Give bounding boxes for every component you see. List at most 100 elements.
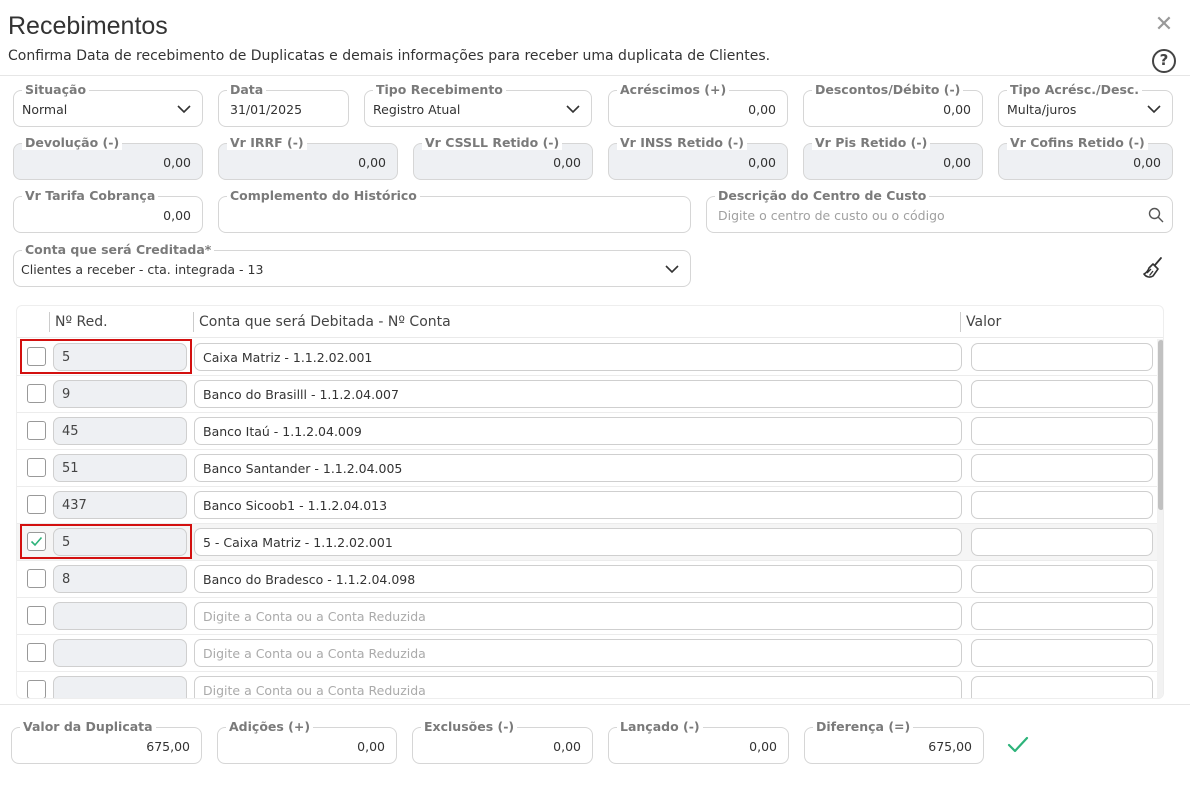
valor-duplicata-label: Valor da Duplicata: [20, 719, 156, 734]
exclusoes-label: Exclusões (-): [421, 719, 518, 734]
adicoes-field: Adições (+) 0,00: [217, 719, 397, 764]
footer-divider: [0, 704, 1190, 705]
conta-input[interactable]: Banco Sicoob1 - 1.1.2.04.013: [194, 491, 962, 519]
row-checkbox[interactable]: [27, 384, 46, 403]
header-divider: [0, 75, 1190, 76]
page-subtitle: Confirma Data de recebimento de Duplicat…: [8, 48, 771, 64]
vr-irrf-field: Vr IRRF (-) 0,00: [218, 135, 398, 180]
conta-input[interactable]: Digite a Conta ou a Conta Reduzida: [194, 639, 962, 667]
table-row[interactable]: Digite a Conta ou a Conta Reduzida: [17, 672, 1157, 698]
vr-irrf-value: 0,00: [358, 155, 386, 170]
row-checkbox[interactable]: [27, 569, 46, 588]
table-row[interactable]: 51 Banco Santander - 1.1.2.04.005: [17, 450, 1157, 487]
conta-creditada-label: Conta que será Creditada*: [22, 242, 215, 257]
valor-input[interactable]: [971, 639, 1153, 667]
valor-input[interactable]: [971, 491, 1153, 519]
table-header: Nº Red. Conta que será Debitada - Nº Con…: [17, 306, 1163, 338]
acrescimos-field[interactable]: Acréscimos (+) 0,00: [608, 82, 788, 127]
vr-pis-label: Vr Pis Retido (-): [812, 135, 931, 150]
table-row[interactable]: 437 Banco Sicoob1 - 1.1.2.04.013: [17, 487, 1157, 524]
lancado-value: 0,00: [749, 739, 777, 754]
vr-irrf-label: Vr IRRF (-): [227, 135, 307, 150]
table-row[interactable]: Digite a Conta ou a Conta Reduzida: [17, 635, 1157, 672]
descontos-label: Descontos/Débito (-): [812, 82, 964, 97]
scrollbar-thumb[interactable]: [1158, 340, 1163, 510]
exclusoes-field: Exclusões (-) 0,00: [412, 719, 593, 764]
red-cell: [53, 639, 187, 667]
vr-tarifa-field[interactable]: Vr Tarifa Cobrança 0,00: [13, 188, 203, 233]
data-value: 31/01/2025: [230, 102, 303, 117]
row-checkbox[interactable]: [27, 606, 46, 625]
data-field[interactable]: Data 31/01/2025: [218, 82, 349, 127]
broom-clear-icon[interactable]: [1141, 255, 1167, 281]
help-icon[interactable]: ?: [1152, 49, 1176, 73]
conta-creditada-value: Clientes a receber - cta. integrada - 13: [21, 262, 264, 277]
complemento-label: Complemento do Histórico: [227, 188, 420, 203]
table-row[interactable]: 55 - Caixa Matriz - 1.1.2.02.001: [17, 524, 1157, 561]
tipo-recebimento-select[interactable]: Tipo Recebimento Registro Atual: [364, 82, 592, 127]
conta-input[interactable]: Digite a Conta ou a Conta Reduzida: [194, 676, 962, 698]
table-row[interactable]: 5 Caixa Matriz - 1.1.2.02.001: [17, 339, 1157, 376]
table-row[interactable]: 8 Banco do Bradesco - 1.1.2.04.098: [17, 561, 1157, 598]
red-cell: 9: [53, 380, 187, 408]
valor-input[interactable]: [971, 528, 1153, 556]
conta-input[interactable]: Caixa Matriz - 1.1.2.02.001: [194, 343, 962, 371]
highlight-box: [20, 339, 192, 374]
descontos-field[interactable]: Descontos/Débito (-) 0,00: [803, 82, 983, 127]
table-row[interactable]: 9 Banco do Brasilll - 1.1.2.04.007: [17, 376, 1157, 413]
table-row[interactable]: 45 Banco Itaú - 1.1.2.04.009: [17, 413, 1157, 450]
tipo-acresc-value: Multa/juros: [1007, 102, 1077, 117]
vr-csll-label: Vr CSSLL Retido (-): [422, 135, 563, 150]
conta-input[interactable]: Digite a Conta ou a Conta Reduzida: [194, 602, 962, 630]
conta-input[interactable]: Banco Santander - 1.1.2.04.005: [194, 454, 962, 482]
acrescimos-value: 0,00: [748, 102, 776, 117]
valor-input[interactable]: [971, 380, 1153, 408]
situacao-label: Situação: [22, 82, 90, 97]
complemento-historico-input[interactable]: Complemento do Histórico: [218, 188, 691, 233]
row-checkbox[interactable]: [27, 421, 46, 440]
diferenca-value: 675,00: [928, 739, 972, 754]
conta-creditada-select[interactable]: Conta que será Creditada* Clientes a rec…: [13, 242, 691, 287]
lancado-field: Lançado (-) 0,00: [608, 719, 789, 764]
valor-input[interactable]: [971, 602, 1153, 630]
row-checkbox[interactable]: [27, 680, 46, 698]
conta-input[interactable]: Banco do Brasilll - 1.1.2.04.007: [194, 380, 962, 408]
header-red: Nº Red.: [49, 312, 108, 332]
data-label: Data: [227, 82, 267, 97]
situacao-select[interactable]: Situação Normal: [13, 82, 203, 127]
table-row[interactable]: Digite a Conta ou a Conta Reduzida: [17, 598, 1157, 635]
row-checkbox[interactable]: [27, 495, 46, 514]
table-body: 5 Caixa Matriz - 1.1.2.02.001 9 Banco do Br…: [17, 339, 1157, 698]
centro-custo-input[interactable]: Descrição do Centro de Custo Digite o ce…: [706, 188, 1173, 233]
vr-cofins-value: 0,00: [1133, 155, 1161, 170]
valor-input[interactable]: [971, 454, 1153, 482]
vr-pis-field: Vr Pis Retido (-) 0,00: [803, 135, 983, 180]
valor-input[interactable]: [971, 565, 1153, 593]
row-checkbox[interactable]: [27, 643, 46, 662]
conta-input[interactable]: Banco do Bradesco - 1.1.2.04.098: [194, 565, 962, 593]
row-checkbox[interactable]: [27, 458, 46, 477]
valor-input[interactable]: [971, 343, 1153, 371]
devolucao-value: 0,00: [163, 155, 191, 170]
vr-cofins-field: Vr Cofins Retido (-) 0,00: [998, 135, 1173, 180]
header-conta: Conta que será Debitada - Nº Conta: [193, 312, 451, 332]
vr-tarifa-value: 0,00: [163, 208, 191, 223]
chevron-down-icon: [1147, 105, 1161, 114]
chevron-down-icon: [177, 105, 191, 114]
red-cell: 8: [53, 565, 187, 593]
conta-input[interactable]: Banco Itaú - 1.1.2.04.009: [194, 417, 962, 445]
vr-cofins-label: Vr Cofins Retido (-): [1007, 135, 1148, 150]
close-icon[interactable]: ✕: [1153, 14, 1175, 36]
tipo-recebimento-value: Registro Atual: [373, 102, 461, 117]
valor-duplicata-value: 675,00: [146, 739, 190, 754]
valor-input[interactable]: [971, 417, 1153, 445]
situacao-value: Normal: [22, 102, 68, 117]
vr-tarifa-label: Vr Tarifa Cobrança: [22, 188, 159, 203]
tipo-acresc-select[interactable]: Tipo Acrésc./Desc. Multa/juros: [998, 82, 1173, 127]
valor-input[interactable]: [971, 676, 1153, 698]
diferenca-field: Diferença (=) 675,00: [804, 719, 984, 764]
page-title: Recebimentos: [8, 12, 168, 40]
conta-input[interactable]: 5 - Caixa Matriz - 1.1.2.02.001: [194, 528, 962, 556]
valor-duplicata-field: Valor da Duplicata 675,00: [11, 719, 202, 764]
search-icon[interactable]: [1148, 207, 1164, 223]
